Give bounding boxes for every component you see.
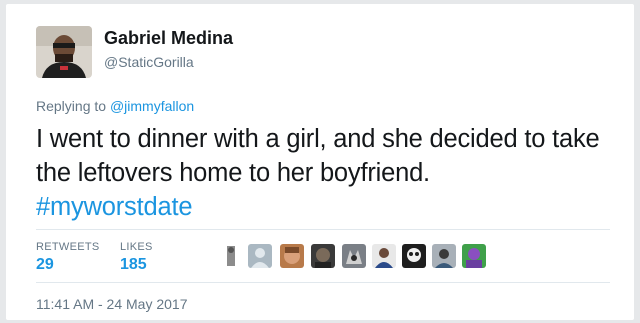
avatar-image bbox=[36, 26, 92, 78]
retweets-label[interactable]: RETWEETS bbox=[36, 241, 100, 253]
user-handle[interactable]: @StaticGorilla bbox=[104, 54, 194, 70]
tweet-body: I went to dinner with a girl, and she de… bbox=[36, 125, 600, 187]
liker-avatar-9[interactable] bbox=[462, 244, 486, 268]
liker-avatar-3[interactable] bbox=[280, 244, 304, 268]
tweet-timestamp[interactable]: 11:41 AM - 24 May 2017 bbox=[36, 296, 188, 312]
divider-top bbox=[36, 229, 610, 230]
likes-label[interactable]: LIKES bbox=[120, 241, 153, 253]
liker-avatar-1[interactable] bbox=[224, 244, 238, 268]
tweet-text: I went to dinner with a girl, and she de… bbox=[36, 122, 616, 224]
tweet-card: Gabriel Medina @StaticGorilla Replying t… bbox=[6, 4, 634, 320]
user-avatar[interactable] bbox=[36, 26, 92, 78]
liker-avatar-7[interactable] bbox=[402, 244, 426, 268]
default-avatar-icon[interactable] bbox=[248, 244, 272, 268]
liker-avatar-6[interactable] bbox=[372, 244, 396, 268]
retweets-count[interactable]: 29 bbox=[36, 256, 54, 274]
replying-to-prefix: Replying to bbox=[36, 98, 110, 114]
likes-count[interactable]: 185 bbox=[120, 256, 147, 274]
user-display-name[interactable]: Gabriel Medina bbox=[104, 28, 233, 49]
liker-avatar-5[interactable] bbox=[342, 244, 366, 268]
reply-mention-link[interactable]: @jimmyfallon bbox=[110, 98, 194, 114]
replying-to: Replying to @jimmyfallon bbox=[36, 98, 194, 114]
divider-bottom bbox=[36, 282, 610, 283]
liker-avatar-4[interactable] bbox=[311, 244, 335, 268]
hashtag-link[interactable]: #myworstdate bbox=[36, 190, 616, 224]
liker-avatar-8[interactable] bbox=[432, 244, 456, 268]
